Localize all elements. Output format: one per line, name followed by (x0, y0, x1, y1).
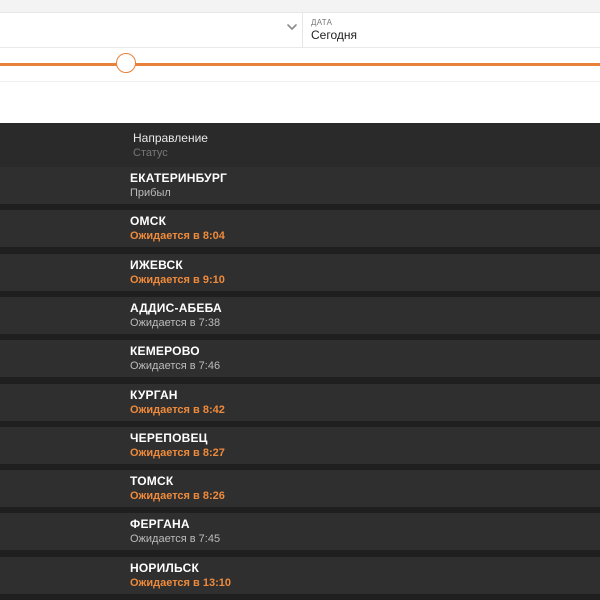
row-city: ЧЕРЕПОВЕЦ (130, 431, 208, 445)
slider-handle[interactable] (116, 53, 136, 73)
board-header: Направление Статус (0, 123, 600, 167)
filter-row: ДАТА Сегодня (0, 13, 600, 48)
date-label: ДАТА (311, 18, 333, 27)
row-city: КУРГАН (130, 388, 178, 402)
row-status: Ожидается в 9:10 (130, 274, 225, 286)
row-status: Прибыл (130, 187, 171, 199)
row-status: Ожидается в 8:27 (130, 447, 225, 459)
date-field[interactable]: ДАТА Сегодня (302, 13, 600, 47)
row-status: Ожидается в 8:26 (130, 490, 225, 502)
top-strip (0, 0, 600, 13)
row-city: КЕМЕРОВО (130, 344, 200, 358)
row-status: Ожидается в 8:04 (130, 230, 225, 242)
table-row[interactable]: КЕМЕРОВО Ожидается в 7:46 (0, 340, 600, 377)
chevron-down-icon[interactable] (284, 19, 300, 35)
row-status: Ожидается в 7:38 (130, 317, 221, 329)
table-row[interactable]: ОМСК Ожидается в 8:04 (0, 210, 600, 247)
row-status: Ожидается в 13:10 (130, 577, 231, 589)
row-status: Ожидается в 7:46 (130, 360, 221, 372)
row-city: ЕКАТЕРИНБУРГ (130, 171, 228, 185)
row-city: НОРИЛЬСК (130, 561, 199, 575)
table-row[interactable]: ФЕРГАНА Ожидается в 7:45 (0, 513, 600, 550)
row-status: Ожидается в 8:42 (130, 404, 225, 416)
time-slider[interactable] (0, 48, 600, 81)
column-title-direction: Направление (133, 131, 208, 145)
table-row[interactable]: КУРГАН Ожидается в 8:42 (0, 384, 600, 421)
row-city: ФЕРГАНА (130, 517, 190, 531)
flight-board-page: ДАТА Сегодня Направление Статус ЕКАТЕРИН… (0, 0, 600, 600)
row-city: ИЖЕВСК (130, 258, 183, 272)
row-city: ТОМСК (130, 474, 174, 488)
column-subtitle-status: Статус (133, 147, 168, 159)
table-row[interactable]: ТОМСК Ожидается в 8:26 (0, 470, 600, 507)
arrivals-board: Направление Статус ЕКАТЕРИНБУРГ Прибыл ОМС… (0, 123, 600, 600)
table-row[interactable]: НОРИЛЬСК Ожидается в 13:10 (0, 557, 600, 594)
slider-track[interactable] (0, 63, 600, 66)
row-city: ОМСК (130, 214, 167, 228)
table-row[interactable]: АДДИС-АБЕБА Ожидается в 7:38 (0, 297, 600, 334)
table-row[interactable]: ИЖЕВСК Ожидается в 9:10 (0, 254, 600, 291)
table-row[interactable]: ЕКАТЕРИНБУРГ Прибыл (0, 167, 600, 204)
row-status: Ожидается в 7:45 (130, 533, 221, 545)
direction-dropdown[interactable] (0, 13, 302, 47)
table-row[interactable]: ЧЕРЕПОВЕЦ Ожидается в 8:27 (0, 427, 600, 464)
date-value[interactable]: Сегодня (311, 28, 357, 42)
row-city: АДДИС-АБЕБА (130, 301, 222, 315)
spacer (0, 81, 600, 124)
